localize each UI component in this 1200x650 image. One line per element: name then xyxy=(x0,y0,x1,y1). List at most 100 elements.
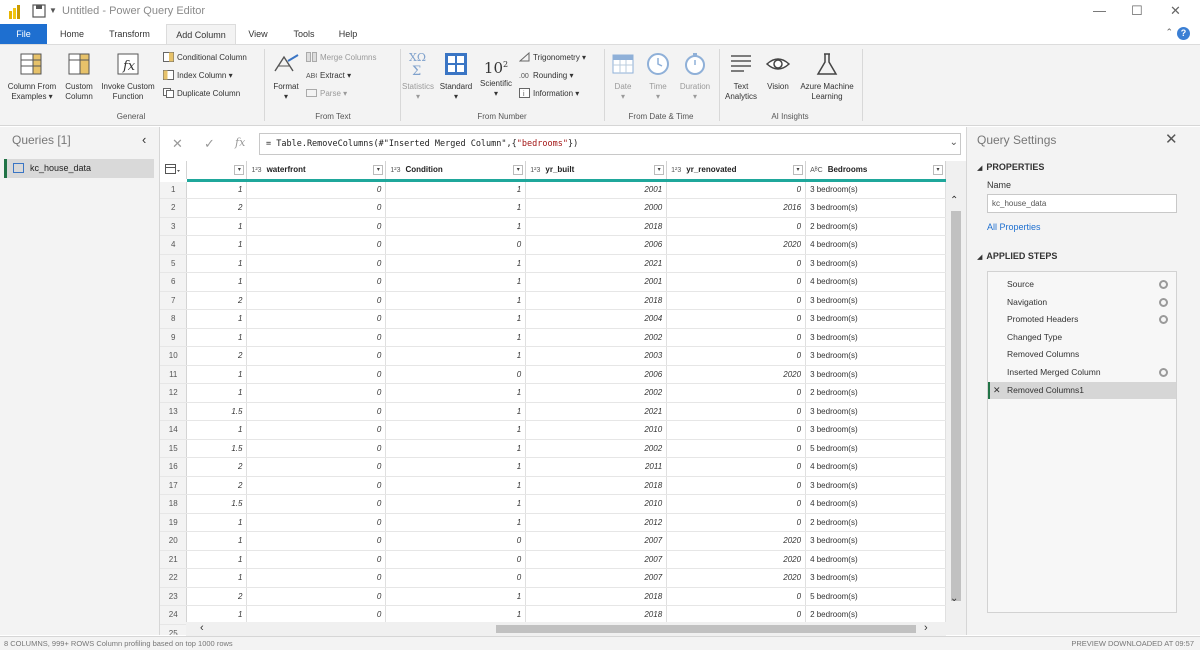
table-cell[interactable]: 0 xyxy=(385,235,527,255)
applied-step[interactable]: Inserted Merged Column xyxy=(988,364,1176,382)
step-settings-gear-icon[interactable] xyxy=(1159,280,1168,289)
row-number[interactable]: 7 xyxy=(160,291,188,310)
table-cell[interactable]: 2 bedroom(s) xyxy=(805,383,946,403)
table-cell[interactable]: 2 xyxy=(186,291,248,310)
help-icon[interactable]: ? xyxy=(1177,27,1190,40)
tab-help[interactable]: Help xyxy=(334,24,362,45)
statistics-button[interactable]: XΩ Σ Statistics ▾ xyxy=(398,49,438,102)
table-cell[interactable]: 3 bedroom(s) xyxy=(805,309,946,329)
table-cell[interactable]: 1 xyxy=(186,217,248,236)
rounding-button[interactable]: .00 Rounding ▾ xyxy=(519,70,574,82)
tab-file[interactable]: File xyxy=(0,24,47,45)
table-cell[interactable]: 1 xyxy=(186,309,248,329)
table-cell[interactable]: 2001 xyxy=(525,180,668,199)
row-number[interactable]: 21 xyxy=(160,550,188,569)
table-cell[interactable]: 2021 xyxy=(525,402,668,421)
format-button[interactable]: Format ▾ xyxy=(268,51,304,102)
table-cell[interactable]: 3 bedroom(s) xyxy=(805,198,946,218)
duplicate-column-button[interactable]: Duplicate Column xyxy=(163,88,240,100)
applied-step[interactable]: Changed Type xyxy=(988,329,1176,347)
close-window-button[interactable]: ✕ xyxy=(1170,3,1181,19)
table-cell[interactable]: 2003 xyxy=(525,346,668,366)
applied-step[interactable]: Navigation xyxy=(988,294,1176,312)
table-row[interactable]: 4 1 0 0 2006 2020 4 bedroom(s) xyxy=(160,235,946,255)
table-cell[interactable]: 3 bedroom(s) xyxy=(805,531,946,551)
table-cell[interactable]: 3 bedroom(s) xyxy=(805,476,946,495)
table-cell[interactable]: 0 xyxy=(246,309,387,329)
row-number[interactable]: 19 xyxy=(160,513,188,532)
table-cell[interactable]: 0 xyxy=(246,439,387,458)
table-cell[interactable]: 4 bedroom(s) xyxy=(805,550,946,569)
collapse-ribbon-icon[interactable]: ⌃ xyxy=(1165,27,1173,38)
table-cell[interactable]: 2006 xyxy=(525,365,668,384)
table-cell[interactable]: 1 xyxy=(186,420,248,440)
table-cell[interactable]: 2010 xyxy=(525,420,668,440)
table-cell[interactable]: 0 xyxy=(246,217,387,236)
table-row[interactable]: 14 1 0 1 2010 0 3 bedroom(s) xyxy=(160,420,946,440)
row-number[interactable]: 20 xyxy=(160,531,188,551)
table-cell[interactable]: 2 bedroom(s) xyxy=(805,513,946,532)
table-cell[interactable]: 2002 xyxy=(525,383,668,403)
column-header-condition[interactable]: 1²3 Condition ▾ xyxy=(385,161,527,182)
table-cell[interactable]: 1.5 xyxy=(186,439,248,458)
table-cell[interactable]: 2020 xyxy=(666,235,807,255)
table-cell[interactable]: 0 xyxy=(246,383,387,403)
table-cell[interactable]: 3 bedroom(s) xyxy=(805,402,946,421)
row-number[interactable]: 14 xyxy=(160,420,188,440)
table-cell[interactable]: 2001 xyxy=(525,272,668,292)
save-icon[interactable] xyxy=(32,4,46,18)
table-row[interactable]: 3 1 0 1 2018 0 2 bedroom(s) xyxy=(160,217,946,236)
table-cell[interactable]: 2004 xyxy=(525,309,668,329)
table-cell[interactable]: 2020 xyxy=(666,531,807,551)
table-cell[interactable]: 1 xyxy=(186,383,248,403)
properties-section[interactable]: ◢ PROPERTIES xyxy=(977,162,1044,172)
table-cell[interactable]: 2018 xyxy=(525,291,668,310)
table-cell[interactable]: 1 xyxy=(385,476,527,495)
maximize-button[interactable]: ☐ xyxy=(1131,3,1143,19)
table-cell[interactable]: 0 xyxy=(246,235,387,255)
tab-add-column[interactable]: Add Column xyxy=(166,24,236,45)
table-cell[interactable]: 0 xyxy=(666,180,807,199)
step-settings-gear-icon[interactable] xyxy=(1159,297,1168,307)
table-cell[interactable]: 0 xyxy=(666,217,807,236)
table-cell[interactable]: 1 xyxy=(385,328,527,347)
table-cell[interactable]: 1 xyxy=(385,254,527,273)
table-row[interactable]: 1 1 0 1 2001 0 3 bedroom(s) xyxy=(160,180,946,199)
number-type-icon[interactable]: 1²3 xyxy=(671,167,681,174)
text-analytics-button[interactable]: Text Analytics xyxy=(722,51,760,102)
table-cell[interactable]: 1 xyxy=(186,513,248,532)
row-number[interactable]: 4 xyxy=(160,235,188,255)
table-cell[interactable]: 2 xyxy=(186,198,248,218)
row-number[interactable]: 17 xyxy=(160,476,188,495)
table-cell[interactable]: 3 bedroom(s) xyxy=(805,365,946,384)
table-cell[interactable]: 2020 xyxy=(666,568,807,588)
table-cell[interactable]: 1 xyxy=(385,383,527,403)
tab-tools[interactable]: Tools xyxy=(286,24,322,45)
table-cell[interactable]: 2020 xyxy=(666,365,807,384)
table-cell[interactable]: 0 xyxy=(246,587,387,606)
applied-step[interactable]: ✕ Removed Columns1 xyxy=(988,381,1176,400)
table-cell[interactable]: 1 xyxy=(385,180,527,199)
table-row[interactable]: 12 1 0 1 2002 0 2 bedroom(s) xyxy=(160,383,946,403)
table-cell[interactable]: 0 xyxy=(246,402,387,421)
table-cell[interactable]: 4 bedroom(s) xyxy=(805,457,946,477)
tab-home[interactable]: Home xyxy=(52,24,92,45)
table-cell[interactable]: 0 xyxy=(666,402,807,421)
table-cell[interactable]: 2006 xyxy=(525,235,668,255)
table-cell[interactable]: 1 xyxy=(385,587,527,606)
azure-machine-learning-button[interactable]: Azure Machine Learning xyxy=(795,51,859,102)
table-cell[interactable]: 2011 xyxy=(525,457,668,477)
table-cell[interactable]: 0 xyxy=(246,180,387,199)
table-row[interactable]: 11 1 0 0 2006 2020 3 bedroom(s) xyxy=(160,365,946,384)
table-cell[interactable]: 1 xyxy=(385,198,527,218)
cancel-formula-icon[interactable]: ✕ xyxy=(172,136,183,152)
vision-button[interactable]: Vision xyxy=(762,51,794,92)
column-filter-dropdown-icon[interactable]: ▾ xyxy=(513,165,524,175)
table-cell[interactable]: 0 xyxy=(666,476,807,495)
applied-step[interactable]: Promoted Headers xyxy=(988,311,1176,329)
row-number[interactable]: 22 xyxy=(160,568,188,588)
table-row[interactable]: 13 1.5 0 1 2021 0 3 bedroom(s) xyxy=(160,402,946,421)
table-cell[interactable]: 0 xyxy=(246,457,387,477)
delete-step-icon[interactable]: ✕ xyxy=(993,382,1001,400)
table-cell[interactable]: 0 xyxy=(246,494,387,514)
